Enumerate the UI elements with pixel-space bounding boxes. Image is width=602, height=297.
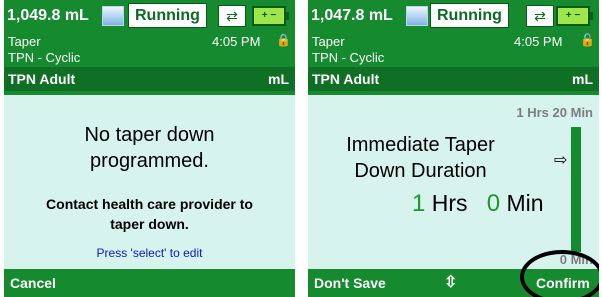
pump-screen-left: 1,049.8 mL Running ⇄ + − Taper 4:05 PM 🔒… (4, 0, 295, 297)
syringe-vial-icon (406, 6, 428, 26)
confirm-highlight-circle (520, 250, 599, 297)
unit-label: mL (268, 71, 289, 87)
padlock-icon: 🔒 (276, 33, 291, 47)
select-hint: Press 'select' to edit (96, 246, 203, 260)
volume-readout: 1,049.8 mL (7, 7, 89, 24)
minutes-unit: Min (506, 190, 544, 216)
syringe-vial-icon (102, 6, 124, 26)
message-line-2: programmed. (90, 150, 209, 172)
running-status: Running (128, 3, 207, 28)
ac-power-plug-icon: ⇄ (218, 5, 246, 27)
protocol-row: TPN Adult mL (4, 67, 295, 91)
clock-time: 4:05 PM (212, 34, 261, 49)
hours-value: 1 (412, 190, 426, 217)
battery-icon: + − (252, 6, 289, 26)
duration-scale-bar (571, 127, 581, 252)
padlock-icon: 🔓 (580, 33, 595, 47)
instruction-line-1: Contact health care provider to (46, 196, 253, 212)
no-taper-message: No taper down programmed. (4, 122, 295, 174)
unit-label: mL (572, 71, 593, 87)
ac-power-plug-icon: ⇄ (526, 5, 554, 27)
protocol-name: TPN Adult (312, 71, 380, 87)
protocol-row: TPN Adult mL (308, 67, 599, 91)
duration-value[interactable]: 1 Hrs 0 Min (412, 190, 544, 218)
running-status: Running (430, 3, 509, 28)
instruction-message: Contact health care provider to taper do… (4, 194, 295, 234)
status-bar: 1,047.8 mL Running ⇄ + − (308, 0, 599, 31)
program-header: Taper 4:05 PM 🔒 TPN - Cyclic TPN Adult m… (4, 31, 295, 95)
protocol-name: TPN Adult (8, 71, 76, 87)
clock-time: 4:05 PM (514, 34, 563, 49)
instruction-line-2: taper down. (110, 216, 189, 232)
scale-max-minutes-unit: Min (570, 105, 593, 120)
volume-readout: 1,047.8 mL (311, 7, 393, 24)
scale-max-hours: 1 (516, 105, 524, 120)
dont-save-softkey[interactable]: Don't Save (314, 269, 386, 297)
title-line-2: Down Duration (354, 160, 487, 182)
right-arrow-icon: ⇨ (554, 152, 568, 169)
minutes-value: 0 (486, 190, 501, 217)
therapy-label: TPN - Cyclic (312, 50, 385, 65)
battery-icon: + − (556, 6, 593, 26)
title-line-1: Immediate Taper (346, 134, 495, 156)
hours-unit: Hrs (431, 190, 468, 216)
scale-max-minutes: 20 (552, 105, 567, 120)
category-label: Taper (312, 34, 345, 49)
message-line-1: No taper down (84, 124, 215, 146)
category-label: Taper (8, 34, 41, 49)
duration-title: Immediate Taper Down Duration (318, 132, 523, 184)
softkey-bar: Cancel (4, 269, 295, 297)
program-header: Taper 4:05 PM 🔓 TPN - Cyclic TPN Adult m… (308, 31, 599, 95)
scale-max-hours-unit: Hrs (527, 105, 549, 120)
status-bar: 1,049.8 mL Running ⇄ + − (4, 0, 295, 31)
therapy-label: TPN - Cyclic (8, 50, 81, 65)
scale-max-label: 1 Hrs 20 Min (516, 105, 593, 120)
up-down-arrow-icon: ⇳ (444, 274, 458, 291)
cancel-softkey[interactable]: Cancel (10, 269, 56, 297)
pump-screen-right: 1,047.8 mL Running ⇄ + − Taper 4:05 PM 🔓… (308, 0, 599, 297)
